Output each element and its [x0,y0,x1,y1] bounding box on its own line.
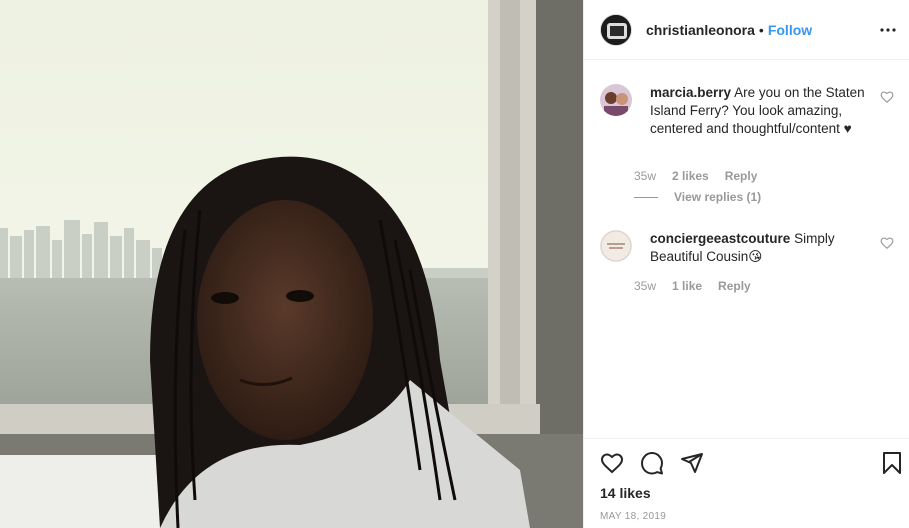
bookmark-icon[interactable] [880,451,904,475]
comment-icon[interactable] [640,451,664,475]
post-date: MAY 18, 2019 [600,511,667,522]
comment-time: 35w [634,169,657,183]
author-username[interactable]: christianleonora [646,22,755,38]
view-replies-label: View replies (1) [674,190,762,204]
follow-button[interactable]: Follow [768,22,812,38]
share-icon[interactable] [680,451,704,475]
comment-meta: 35w 2 likes Reply [634,169,757,183]
selfie-image [0,0,583,528]
reply-button[interactable]: Reply [725,169,758,183]
author-avatar[interactable] [600,13,632,46]
comment-item: conciergeeastcouture Simply Beautiful Co… [600,230,896,266]
more-options-icon[interactable] [876,18,900,42]
comment-time: 35w [634,279,657,293]
commenter-avatar[interactable] [600,84,632,116]
reply-button[interactable]: Reply [718,279,751,293]
separator-dot: • [758,21,764,38]
post-like-count[interactable]: 14 likes [600,485,651,501]
heart-icon[interactable] [600,451,624,475]
comment-like-icon[interactable] [880,90,894,104]
comment-username[interactable]: marcia.berry [650,85,731,100]
comment-likes[interactable]: 1 like [672,279,702,293]
view-replies-button[interactable]: View replies (1) [634,190,761,204]
commenter-avatar[interactable] [600,230,632,262]
comment-item: marcia.berry Are you on the Staten Islan… [600,84,896,138]
post-actions: 14 likes MAY 18, 2019 [584,438,909,528]
comment-text: marcia.berry Are you on the Staten Islan… [650,84,875,138]
post-sidebar: christianleonora • Follow marcia.berry A… [583,0,909,528]
comment-likes[interactable]: 2 likes [672,169,709,183]
post-header: christianleonora • Follow [584,0,909,60]
post-photo[interactable] [0,0,583,528]
comment-like-icon[interactable] [880,236,894,250]
comment-username[interactable]: conciergeeastcouture [650,231,790,246]
replies-divider [634,196,658,198]
comment-meta: 35w 1 like Reply [634,279,751,293]
comment-text: conciergeeastcouture Simply Beautiful Co… [650,230,875,266]
